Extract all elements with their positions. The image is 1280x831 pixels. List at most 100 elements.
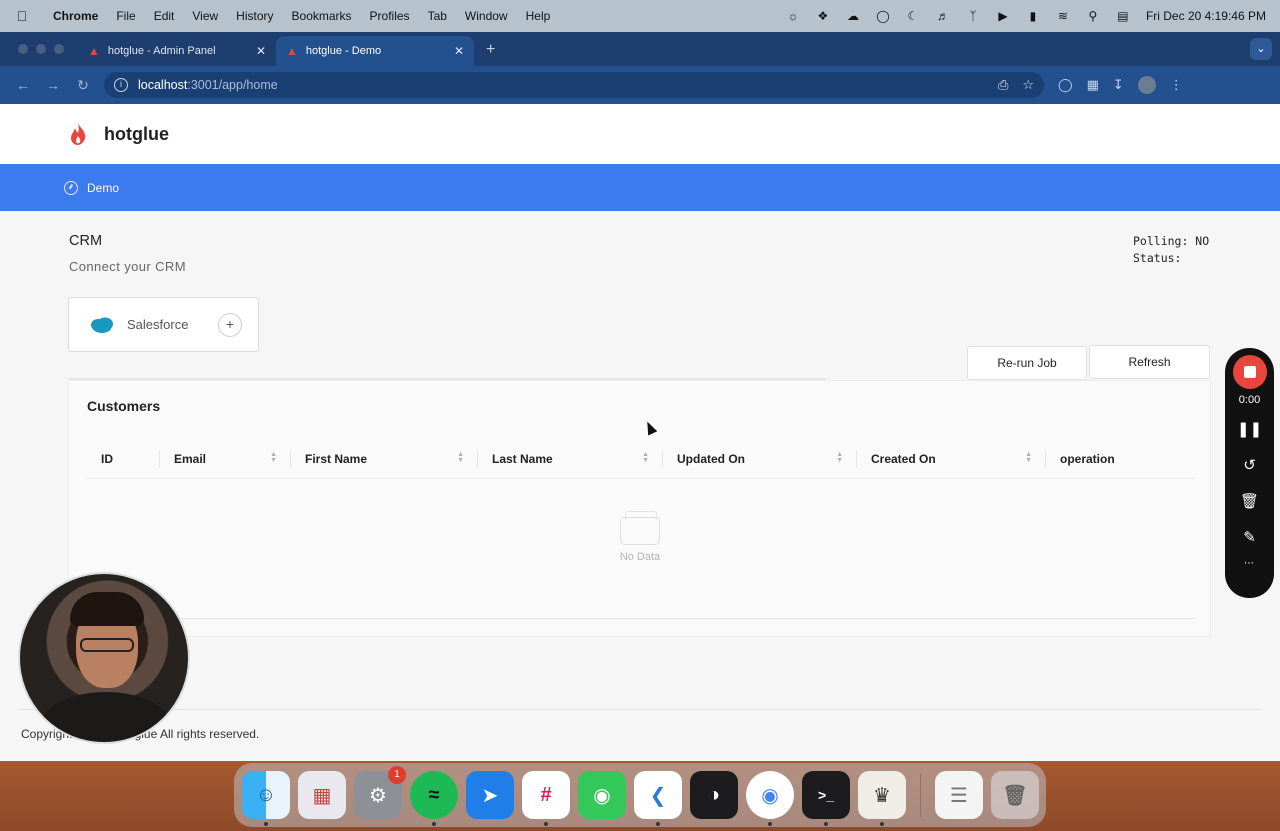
rerun-job-button[interactable]: Re-run Job xyxy=(967,346,1087,380)
menu-app-name[interactable]: Chrome xyxy=(44,9,107,23)
reload-button[interactable]: ↻ xyxy=(68,77,98,94)
draw-pencil-icon[interactable]: ✎ xyxy=(1225,526,1274,550)
moon-icon[interactable]: ☾ xyxy=(898,9,928,23)
url-path: :3001/app/home xyxy=(187,78,278,92)
sort-icon[interactable]: ▲ ▼ xyxy=(642,451,649,464)
dropbox-icon[interactable]: ❖ xyxy=(808,9,838,23)
clock[interactable]: Fri Dec 20 4:19:46 PM xyxy=(1146,9,1266,23)
empty-inbox-icon xyxy=(620,511,660,545)
dock-ce-icon[interactable]: ♛ xyxy=(858,771,906,826)
section-subtitle: Connect your CRM xyxy=(69,259,186,274)
tab-search-button[interactable]: ⌄ xyxy=(1250,38,1272,60)
dock-vscode-icon[interactable]: ❮ xyxy=(634,771,682,826)
download-icon[interactable]: ↧ xyxy=(1113,77,1124,93)
dock-trash-icon[interactable]: 🗑 xyxy=(991,771,1039,819)
bookmark-star-icon[interactable]: ☆ xyxy=(1022,77,1034,93)
column-header-first-name[interactable]: First Name ▲ ▼ xyxy=(291,439,478,478)
url-host: localhost xyxy=(138,78,188,92)
apple-icon[interactable]:  xyxy=(0,8,44,24)
column-header-email[interactable]: Email ▲ ▼ xyxy=(160,439,291,478)
dock-launchpad-icon[interactable]: ▦ xyxy=(298,771,346,819)
app-header: hotglue xyxy=(0,104,1280,164)
close-tab-icon[interactable]: ✕ xyxy=(256,44,266,58)
menu-history[interactable]: History xyxy=(227,9,282,23)
trash-icon[interactable]: 🗑 xyxy=(1225,490,1274,514)
sort-icon[interactable]: ▲ ▼ xyxy=(1025,451,1032,464)
salesforce-connector-card[interactable]: Salesforce + xyxy=(68,297,259,352)
close-window-button[interactable] xyxy=(18,44,28,54)
brightness-icon[interactable]: ☼ xyxy=(778,9,808,23)
dock-separator xyxy=(920,773,921,817)
nav-item-demo[interactable]: Demo xyxy=(87,181,119,195)
window-controls xyxy=(0,44,78,66)
hotglue-favicon-icon: ▲ xyxy=(88,44,100,58)
close-tab-icon[interactable]: ✕ xyxy=(454,44,464,58)
play-icon[interactable]: ▶ xyxy=(988,9,1018,23)
web-page: hotglue Demo CRM Connect your CRM Pollin… xyxy=(0,104,1280,761)
column-header-created-on[interactable]: Created On ▲ ▼ xyxy=(857,439,1046,478)
dashboard-icon xyxy=(64,180,78,195)
refresh-button[interactable]: Refresh xyxy=(1089,345,1210,379)
menu-help[interactable]: Help xyxy=(517,9,560,23)
table-bottom-border xyxy=(87,618,1195,619)
wifi-icon[interactable]: ≋ xyxy=(1048,9,1078,23)
address-bar[interactable]: i localhost:3001/app/home ⎙ ☆ xyxy=(104,72,1044,98)
tab-demo[interactable]: ▲ hotglue - Demo ✕ xyxy=(276,36,474,66)
tab-admin-panel[interactable]: ▲ hotglue - Admin Panel ✕ xyxy=(78,36,276,66)
extensions-icon[interactable]: ▦ xyxy=(1087,77,1099,93)
dock-messages-icon[interactable]: ◉ xyxy=(578,771,626,819)
profile-avatar[interactable] xyxy=(1137,76,1156,94)
dock-spotify-icon[interactable]: ≈ xyxy=(410,771,458,826)
site-info-icon[interactable]: i xyxy=(114,78,128,92)
more-menu-icon[interactable]: ⋮ xyxy=(1170,77,1183,93)
dock-textedit-icon[interactable]: ☰ xyxy=(935,771,983,819)
column-header-id[interactable]: ID xyxy=(87,439,160,478)
menu-bookmarks[interactable]: Bookmarks xyxy=(283,9,361,23)
install-app-icon[interactable]: ⎙ xyxy=(998,77,1008,93)
sort-icon[interactable]: ▲ ▼ xyxy=(270,451,277,464)
webcam-overlay[interactable] xyxy=(18,572,190,744)
menu-view[interactable]: View xyxy=(183,9,227,23)
forward-button[interactable]: → xyxy=(38,77,68,93)
column-label: Updated On xyxy=(677,451,745,466)
menu-profiles[interactable]: Profiles xyxy=(361,9,419,23)
bluetooth-icon[interactable]: ᛉ xyxy=(958,9,988,23)
dock-linear-icon[interactable]: ◑ xyxy=(690,771,738,819)
menu-file[interactable]: File xyxy=(107,9,144,23)
stop-recording-button[interactable] xyxy=(1232,355,1267,389)
dock-slack-icon[interactable]: # xyxy=(522,771,570,826)
menu-tab[interactable]: Tab xyxy=(419,9,456,23)
restart-icon[interactable]: ↺ xyxy=(1225,454,1274,478)
new-tab-button[interactable]: + xyxy=(474,41,507,66)
control-center-icon[interactable]: ▤ xyxy=(1108,9,1138,23)
dock-spark-icon[interactable]: ➤ xyxy=(466,771,514,819)
zoom-window-button[interactable] xyxy=(54,44,64,54)
dock-chrome-icon[interactable]: ◉ xyxy=(746,771,794,826)
dock-terminal-icon[interactable]: >_ xyxy=(802,771,850,826)
column-header-updated-on[interactable]: Updated On ▲ ▼ xyxy=(663,439,857,478)
onepassword-extension-icon[interactable]: ◯ xyxy=(1058,77,1073,93)
sort-icon[interactable]: ▲ ▼ xyxy=(457,451,464,464)
menu-edit[interactable]: Edit xyxy=(145,9,184,23)
dock-system-settings-icon[interactable]: ⚙ 1 xyxy=(354,766,406,819)
add-connector-button[interactable]: + xyxy=(218,313,242,337)
battery-icon[interactable]: ▮ xyxy=(1018,9,1048,23)
onepassword-icon[interactable]: ◯ xyxy=(868,9,898,23)
cloud-icon[interactable]: ☁ xyxy=(838,9,868,23)
menu-window[interactable]: Window xyxy=(456,9,517,23)
back-button[interactable]: ← xyxy=(8,77,38,93)
column-label: operation xyxy=(1060,451,1115,466)
search-icon[interactable]: ⚲ xyxy=(1078,9,1108,23)
column-header-operation[interactable]: operation xyxy=(1046,439,1195,478)
webcam-shirt xyxy=(40,692,172,742)
minimize-window-button[interactable] xyxy=(36,44,46,54)
volume-icon[interactable]: ♬ xyxy=(928,9,958,23)
webcam-hair xyxy=(70,592,144,626)
more-options-icon[interactable]: ⋯ xyxy=(1225,558,1274,569)
pause-icon[interactable]: ❚❚ xyxy=(1225,418,1274,442)
dock-finder-icon[interactable]: ☺ xyxy=(242,771,290,826)
column-header-last-name[interactable]: Last Name ▲ ▼ xyxy=(478,439,663,478)
sort-icon[interactable]: ▲ ▼ xyxy=(836,451,843,464)
brand-name[interactable]: hotglue xyxy=(104,124,169,145)
column-label: Created On xyxy=(871,451,936,466)
